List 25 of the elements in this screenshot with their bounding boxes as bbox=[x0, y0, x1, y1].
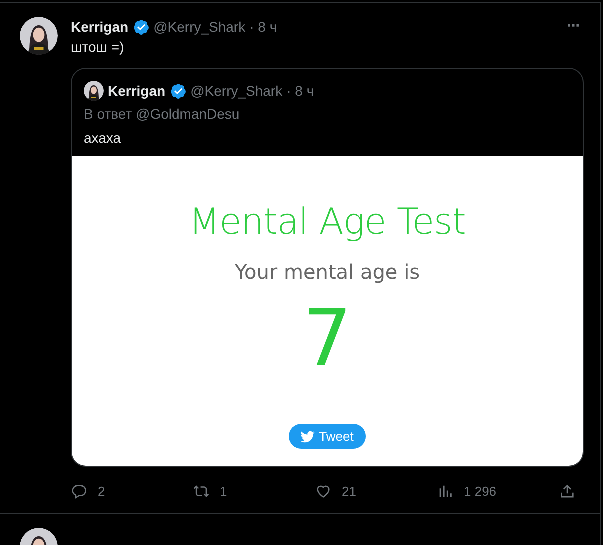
card-subtitle: Your mental age is bbox=[234, 260, 420, 284]
quoted-tweet[interactable]: Kerrigan @Kerry_Shark · 8 ч В ответ @GoldmanDesu ахаха Mental Age Test Your mental age is 7 Tweet bbox=[71, 68, 584, 467]
share-icon[interactable] bbox=[559, 482, 576, 500]
action-count: 2 bbox=[98, 484, 106, 498]
result-number: 7 bbox=[302, 300, 352, 378]
heart-icon[interactable] bbox=[315, 482, 332, 500]
author-handle[interactable]: @Kerry_Shark bbox=[154, 19, 246, 35]
bird-icon bbox=[301, 430, 316, 444]
post-time[interactable]: · 8 ч bbox=[286, 83, 314, 99]
more-button[interactable]: ··· bbox=[563, 18, 584, 36]
tweet-text: штош =) bbox=[71, 39, 126, 55]
author-name[interactable]: Kerrigan bbox=[108, 83, 166, 99]
post-time[interactable]: · 8 ч bbox=[250, 19, 278, 35]
author-name[interactable]: Kerrigan bbox=[71, 19, 129, 35]
reply-icon[interactable] bbox=[71, 482, 88, 500]
action-count: 21 bbox=[342, 484, 356, 498]
action-count: 1 bbox=[220, 484, 228, 498]
avatar-icon[interactable] bbox=[84, 81, 104, 101]
action-count: 1 296 bbox=[464, 484, 497, 498]
tweet-button[interactable]: Tweet bbox=[289, 424, 366, 449]
reply-to-text: В ответ @GoldmanDesu bbox=[84, 106, 241, 122]
quoted-text: ахаха bbox=[84, 130, 122, 146]
author-handle[interactable]: @Kerry_Shark bbox=[190, 83, 283, 99]
avatar-icon[interactable] bbox=[20, 17, 58, 55]
card-title: Mental Age Test bbox=[189, 202, 466, 243]
